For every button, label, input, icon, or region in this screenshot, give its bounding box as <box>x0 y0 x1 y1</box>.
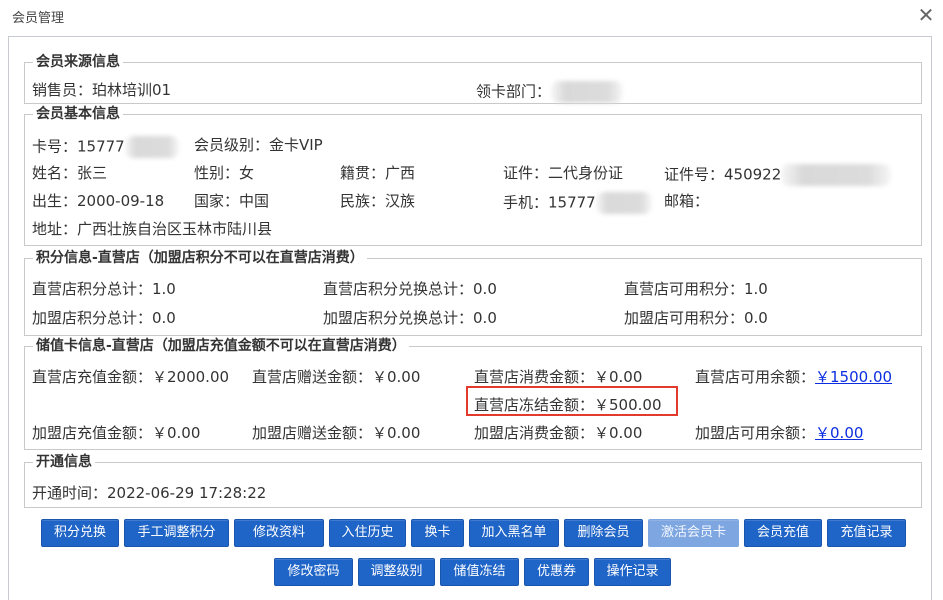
email: 邮箱： <box>664 192 710 210</box>
member-recharge-button[interactable]: 会员充值 <box>744 519 822 547</box>
adjust-level-button[interactable]: 调整级别 <box>358 558 435 586</box>
direct-points-available: 直营店可用积分：1.0 <box>624 280 768 298</box>
direct-recharge: 直营店充值金额：￥2000.00 <box>32 368 230 386</box>
franchise-points-total: 加盟店积分总计：0.0 <box>32 309 176 327</box>
open-info-legend: 开通信息 <box>33 454 95 470</box>
member-ethnic: 民族：汉族 <box>340 192 416 210</box>
stay-history-button[interactable]: 入住历史 <box>329 519 406 547</box>
member-native: 籍贯：广西 <box>340 164 416 182</box>
points-exchange-button[interactable]: 积分兑换 <box>41 519 119 547</box>
direct-consume: 直营店消费金额：￥0.00 <box>474 368 643 386</box>
card-dept-label: 领卡部门： <box>476 82 552 101</box>
open-time: 开通时间：2022-06-29 17:28:22 <box>32 484 267 502</box>
redacted-dept <box>551 81 624 103</box>
window-title: 会员管理 <box>12 11 65 26</box>
recharge-record-button[interactable]: 充值记录 <box>827 519 906 547</box>
franchise-points-exchange: 加盟店积分兑换总计：0.0 <box>323 309 497 327</box>
stored-value-legend: 储值卡信息-直营店（加盟店充值金额不可以在直营店消费） <box>33 338 409 354</box>
source-info-legend: 会员来源信息 <box>33 54 123 70</box>
mobile-value: 手机：15777 <box>503 193 596 212</box>
redacted-mobile <box>595 192 652 214</box>
member-country: 国家：中国 <box>194 192 270 210</box>
card-number-value: 卡号：15777 <box>32 137 125 156</box>
franchise-points-available: 加盟店可用积分：0.0 <box>624 309 768 327</box>
coupon-button[interactable]: 优惠券 <box>524 558 589 586</box>
mobile: 手机：15777 <box>503 192 652 214</box>
card-number: 卡号：15777 <box>32 136 179 158</box>
add-blacklist-button[interactable]: 加入黑名单 <box>469 519 559 547</box>
franchise-consume: 加盟店消费金额：￥0.00 <box>474 424 643 442</box>
operation-log-button[interactable]: 操作记录 <box>594 558 671 586</box>
direct-points-exchange: 直营店积分兑换总计：0.0 <box>323 280 497 298</box>
freeze-balance-button[interactable]: 储值冻结 <box>440 558 519 586</box>
direct-gift: 直营店赠送金额：￥0.00 <box>252 368 421 386</box>
id-number-value: 证件号：450922 <box>664 165 782 184</box>
delete-member-button[interactable]: 删除会员 <box>564 519 643 547</box>
edit-profile-button[interactable]: 修改资料 <box>234 519 324 547</box>
frozen-highlight-box <box>466 386 678 416</box>
points-info-legend: 积分信息-直营店（加盟店积分不可以在直营店消费） <box>33 250 367 266</box>
franchise-balance-link[interactable]: ￥0.00 <box>815 424 863 442</box>
direct-points-total: 直营店积分总计：1.0 <box>32 280 176 298</box>
id-number: 证件号：450922 <box>664 164 892 186</box>
direct-balance-label: 直营店可用余额： <box>695 368 816 386</box>
close-icon[interactable]: ✕ <box>915 4 937 26</box>
sales-person: 销售员：珀林培训01 <box>32 81 172 99</box>
basic-info-legend: 会员基本信息 <box>33 106 123 122</box>
member-name: 姓名：张三 <box>32 164 108 182</box>
franchise-recharge: 加盟店充值金额：￥0.00 <box>32 424 201 442</box>
change-password-button[interactable]: 修改密码 <box>274 558 353 586</box>
id-type: 证件：二代身份证 <box>503 164 624 182</box>
direct-balance: 直营店可用余额：￥1500.00 <box>695 368 892 386</box>
redacted-id <box>781 164 892 186</box>
redacted-card <box>124 136 179 158</box>
change-card-button[interactable]: 换卡 <box>411 519 464 547</box>
franchise-balance-label: 加盟店可用余额： <box>695 424 816 442</box>
activate-card-button[interactable]: 激活会员卡 <box>648 519 739 547</box>
card-dept: 领卡部门： <box>476 81 624 103</box>
franchise-balance: 加盟店可用余额：￥0.00 <box>695 424 863 442</box>
manual-adjust-points-button[interactable]: 手工调整积分 <box>124 519 229 547</box>
address: 地址：广西壮族自治区玉林市陆川县 <box>32 220 273 238</box>
member-gender: 性别：女 <box>194 164 255 182</box>
franchise-gift: 加盟店赠送金额：￥0.00 <box>252 424 421 442</box>
birth-date: 出生：2000-09-18 <box>32 192 165 210</box>
direct-balance-link[interactable]: ￥1500.00 <box>815 368 892 386</box>
member-level: 会员级别：金卡VIP <box>194 136 323 154</box>
title-bar: 会员管理 ✕ <box>0 0 943 32</box>
